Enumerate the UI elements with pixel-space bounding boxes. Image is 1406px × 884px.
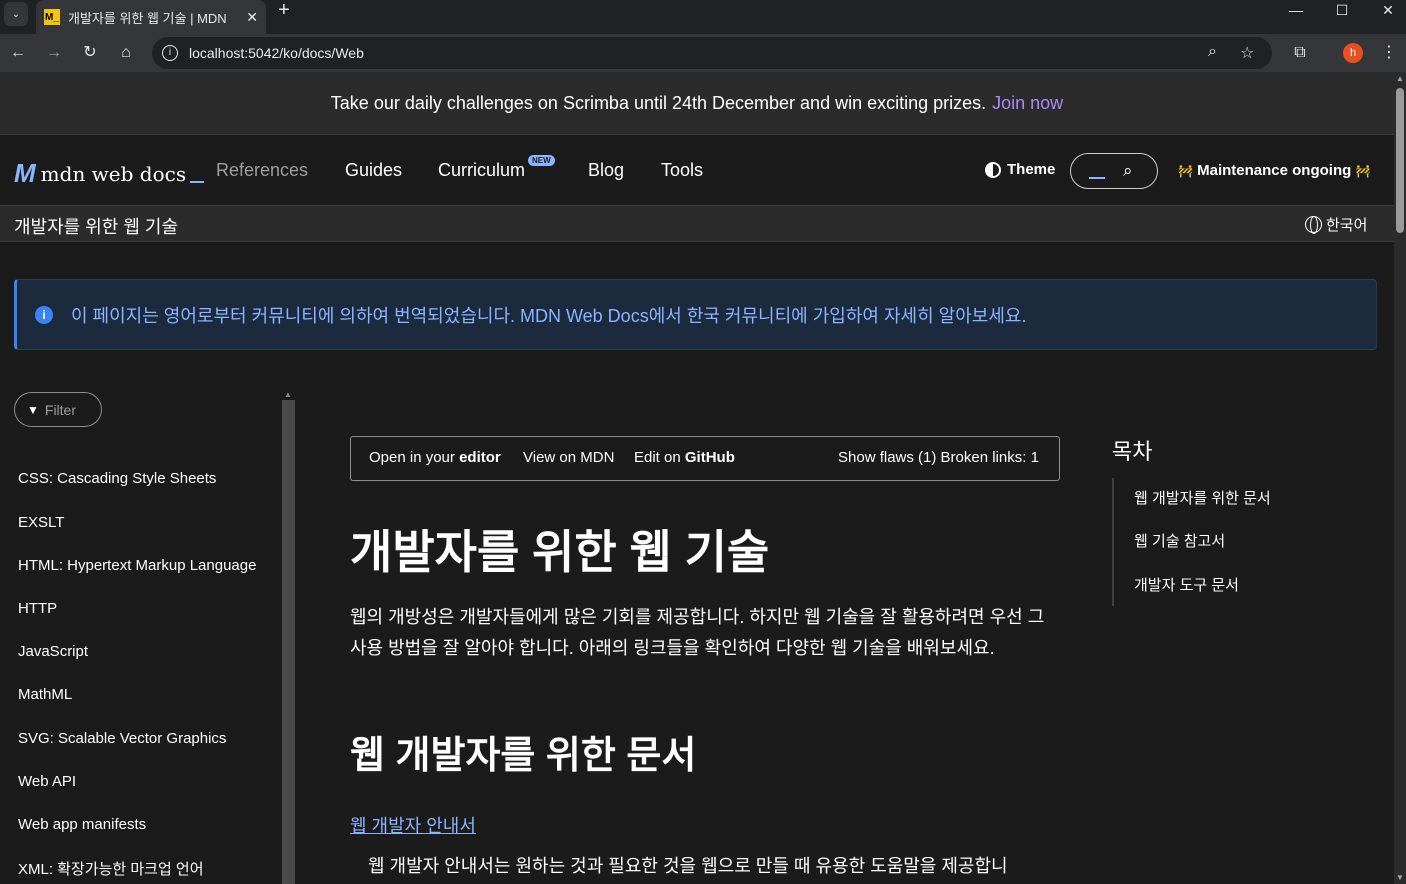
open-in-editor-button[interactable]: Open in your editor [369,449,501,466]
extensions-icon[interactable]: ⧉ [1289,42,1311,64]
show-flaws-button[interactable]: Show flaws (1) Broken links: 1 [838,449,1039,466]
site-header: M mdn web docs References Guides Curricu… [0,135,1394,206]
toc-item[interactable]: 개발자 도구 문서 [1134,574,1239,595]
edit-prefix: Edit on [634,449,681,466]
nav-curriculum[interactable]: Curriculum [438,160,525,181]
forward-icon[interactable]: → [43,42,65,64]
maintenance-text: Maintenance ongoing [1197,162,1352,179]
page-scrollbar[interactable]: ▲ ▼ [1394,72,1406,884]
site-info-icon[interactable]: i [162,45,178,61]
maximize-icon[interactable]: ☐ [1322,0,1362,20]
filter-label: Filter [44,401,77,418]
mdn-logo[interactable]: M mdn web docs [14,158,205,189]
new-badge: NEW [528,155,555,166]
intro-paragraph: 웹의 개방성은 개발자들에게 많은 기회를 제공합니다. 하지만 웹 기술을 잘… [350,607,1045,658]
toc-list: 웹 개발자를 위한 문서 웹 기술 참고서 개발자 도구 문서 [1112,478,1372,606]
minimize-icon[interactable]: — [1276,0,1316,20]
search-shortcut-underscore [1089,177,1105,179]
promo-banner: Take our daily challenges on Scrimba unt… [0,72,1394,135]
toc-item[interactable]: 웹 개발자를 위한 문서 [1134,487,1271,508]
logo-underscore [190,180,205,183]
zoom-icon[interactable]: ⌕ [1208,43,1217,61]
open-prefix: Open in your [369,449,455,466]
theme-button[interactable]: Theme [985,161,1055,178]
sidebar-item-mathml[interactable]: MathML [18,686,72,703]
menu-kebab-icon[interactable]: ⋮ [1378,42,1400,64]
sidebar-item-css[interactable]: CSS: Cascading Style Sheets [18,470,216,487]
article-title-bar: 개발자를 위한 웹 기술 한국어 [0,206,1394,242]
browser-toolbar: ← → ↻ ⌂ i localhost:5042/ko/docs/Web ⌕ ☆… [0,34,1406,72]
info-icon: i [35,305,53,324]
back-icon[interactable]: ← [7,42,29,64]
nav-guides[interactable]: Guides [345,160,402,181]
page-title: 개발자를 위한 웹 기술 [350,526,770,578]
sidebar: ▼ Filter ▲ CSS: Cascading Style Sheets E… [0,387,296,884]
new-tab-button[interactable]: + [278,0,290,20]
nav-blog[interactable]: Blog [588,160,624,181]
address-bar[interactable]: i localhost:5042/ko/docs/Web ⌕ ☆ [152,37,1272,69]
nav-tools[interactable]: Tools [661,160,703,181]
scroll-up-arrow-icon[interactable]: ▲ [1396,74,1404,83]
scroll-down-arrow-icon[interactable]: ▼ [1396,873,1404,882]
theme-label: Theme [1007,161,1056,178]
sidebar-item-html[interactable]: HTML: Hypertext Markup Language [18,557,256,574]
construction-icon: 🚧 [1178,164,1193,178]
search-button[interactable]: ⌕ [1070,153,1158,189]
scrollbar-thumb[interactable] [1396,88,1404,233]
profile-avatar[interactable]: h [1343,43,1363,63]
home-icon[interactable]: ⌂ [115,42,137,64]
logo-text: mdn web docs [40,161,187,186]
globe-icon [1305,216,1322,234]
reload-icon[interactable]: ↻ [79,42,101,64]
bookmark-star-icon[interactable]: ☆ [1240,43,1254,63]
mdn-favicon-icon: M_ [44,9,60,25]
construction-icon: 🚧 [1355,164,1371,178]
link-description: 웹 개발자 안내서는 원하는 것과 필요한 것을 웹으로 만들 때 유용한 도움… [368,856,1008,876]
tab-title: 개발자를 위한 웹 기술 | MDN [68,10,227,26]
breadcrumb-title[interactable]: 개발자를 위한 웹 기술 [14,213,178,239]
url-text[interactable]: localhost:5042/ko/docs/Web [189,45,364,61]
open-bold: editor [459,449,501,466]
section-heading: 웹 개발자를 위한 문서 [350,735,697,777]
mdn-logo-icon: M [14,158,36,188]
tab-search-button[interactable]: ⌄ [4,2,28,26]
scroll-up-arrow-icon[interactable]: ▲ [284,390,292,399]
close-window-icon[interactable]: ✕ [1368,0,1406,20]
join-now-link[interactable]: Join now [992,93,1063,114]
language-label: 한국어 [1326,217,1368,234]
translation-notice: i 이 페이지는 영어로부터 커뮤니티에 의하여 번역되었습니다. MDN We… [14,279,1377,350]
sidebar-item-http[interactable]: HTTP [18,600,57,617]
web-page: Take our daily challenges on Scrimba unt… [0,72,1394,884]
sidebar-item-web-api[interactable]: Web API [18,773,76,790]
browser-tab-strip: ⌄ M_ 개발자를 위한 웹 기술 | MDN ✕ + — ☐ ✕ [0,0,1406,34]
sidebar-scrollbar[interactable]: ▲ [282,390,295,884]
sidebar-item-svg[interactable]: SVG: Scalable Vector Graphics [18,730,226,747]
sidebar-item-javascript[interactable]: JavaScript [18,643,88,660]
search-icon: ⌕ [1123,161,1133,180]
browser-tab[interactable]: M_ 개발자를 위한 웹 기술 | MDN ✕ [36,0,266,34]
close-tab-icon[interactable]: ✕ [246,9,258,26]
toc-item[interactable]: 웹 기술 참고서 [1134,530,1225,551]
funnel-icon: ▼ [27,402,39,417]
edit-on-github-link[interactable]: Edit on GitHub [634,449,735,466]
sidebar-filter-button[interactable]: ▼ Filter [14,392,102,427]
toc-title: 목차 [1112,439,1153,464]
dev-editor-bar: Open in your editor View on MDN Edit on … [350,436,1060,481]
web-dev-guide-link[interactable]: 웹 개발자 안내서 [350,812,476,838]
nav-references[interactable]: References [216,160,308,181]
notice-text[interactable]: 이 페이지는 영어로부터 커뮤니티에 의하여 번역되었습니다. MDN Web … [71,302,1026,328]
sidebar-item-exslt[interactable]: EXSLT [18,514,64,531]
theme-half-circle-icon [985,161,1001,178]
view-on-mdn-link[interactable]: View on MDN [523,449,614,466]
maintenance-notice[interactable]: 🚧 Maintenance ongoing 🚧 [1178,162,1370,179]
sidebar-item-xml[interactable]: XML: 확장가능한 마크업 언어 [18,858,204,879]
banner-text: Take our daily challenges on Scrimba unt… [330,92,987,113]
sidebar-item-web-app-manifests[interactable]: Web app manifests [18,816,146,833]
language-switcher[interactable]: 한국어 [1305,214,1367,235]
edit-bold: GitHub [684,449,735,466]
